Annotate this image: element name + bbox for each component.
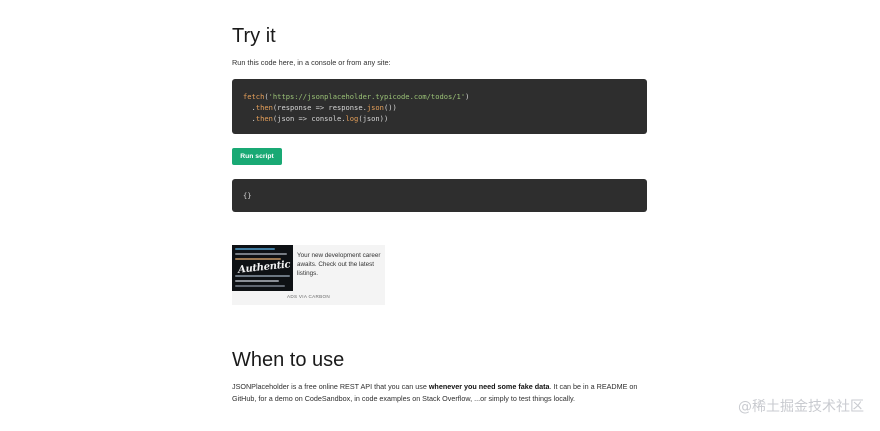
ad-image-codeline bbox=[235, 248, 275, 250]
code-token: json bbox=[366, 103, 384, 113]
ad-image[interactable]: Authentic bbox=[232, 245, 293, 291]
run-script-button[interactable]: Run script bbox=[232, 148, 282, 165]
when-to-use-heading: When to use bbox=[232, 349, 345, 371]
result-output: {} bbox=[232, 179, 647, 212]
code-token: (response => response. bbox=[272, 103, 367, 113]
paragraph-bold-text: whenever you need some fake data bbox=[428, 382, 550, 391]
watermark: @稀土掘金技术社区 bbox=[738, 399, 864, 415]
ad-image-codeline bbox=[235, 285, 285, 287]
code-token: log bbox=[345, 114, 359, 124]
ad-image-logo: Authentic bbox=[237, 259, 291, 276]
ad-image-codeline bbox=[235, 258, 281, 260]
code-token: then bbox=[255, 114, 273, 124]
code-token: . bbox=[243, 103, 256, 113]
code-token: ()) bbox=[383, 103, 397, 113]
code-snippet[interactable]: fetch('https://jsonplaceholder.typicode.… bbox=[232, 79, 647, 134]
code-token: (json)) bbox=[358, 114, 389, 124]
code-url: 'https://jsonplaceholder.typicode.com/to… bbox=[268, 92, 466, 101]
ad-image-codeline bbox=[235, 253, 287, 255]
code-token: then bbox=[255, 103, 273, 113]
try-it-heading: Try it bbox=[232, 25, 276, 47]
paragraph-text: JSONPlaceholder is a free online REST AP… bbox=[232, 382, 429, 391]
carbon-ad[interactable]: Authentic Your new development career aw… bbox=[232, 245, 385, 305]
code-token: . bbox=[243, 114, 256, 124]
page: Try it Run this code here, in a console … bbox=[0, 0, 880, 431]
ad-text[interactable]: Your new development career awaits. Chec… bbox=[297, 251, 381, 278]
try-it-intro: Run this code here, in a console or from… bbox=[232, 58, 391, 67]
code-token: (json => console. bbox=[272, 114, 346, 124]
code-token: ) bbox=[465, 92, 470, 101]
when-to-use-paragraph: JSONPlaceholder is a free online REST AP… bbox=[232, 381, 652, 404]
code-token: fetch bbox=[243, 92, 265, 101]
ads-via-carbon-link[interactable]: ADS VIA CARBON bbox=[232, 294, 385, 299]
ad-image-codeline bbox=[235, 280, 279, 282]
ad-image-codeline bbox=[235, 275, 290, 277]
